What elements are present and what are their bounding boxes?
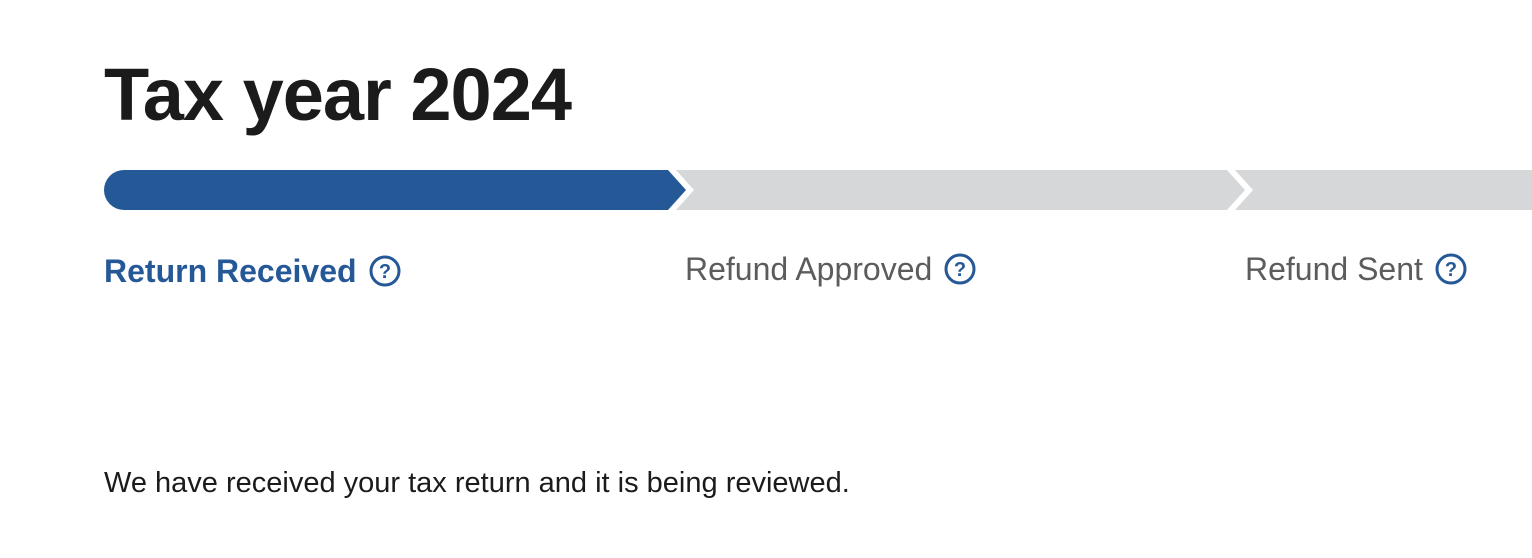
svg-text:?: ? <box>378 261 390 283</box>
step-label-refund-sent: Refund Sent <box>1245 251 1423 287</box>
question-circle-icon[interactable]: ? <box>1435 253 1467 285</box>
question-circle-icon[interactable]: ? <box>369 255 401 287</box>
progress-tracker <box>104 168 1532 212</box>
svg-text:?: ? <box>954 259 966 281</box>
page-title: Tax year 2024 <box>104 53 572 136</box>
step-refund-sent: Refund Sent ? <box>1245 249 1467 289</box>
progress-segment-refund-sent <box>1235 170 1532 210</box>
progress-tracker-bar <box>104 170 1532 210</box>
status-message: We have received your tax return and it … <box>104 467 850 499</box>
step-refund-approved: Refund Approved ? <box>685 249 976 289</box>
step-label-refund-approved: Refund Approved <box>685 251 933 287</box>
svg-text:?: ? <box>1445 259 1457 281</box>
step-label-return-received: Return Received <box>104 253 357 289</box>
question-circle-icon[interactable]: ? <box>944 253 976 285</box>
progress-segment-return-received <box>104 170 686 210</box>
step-return-received: Return Received ? <box>104 251 401 291</box>
progress-segment-refund-approved <box>676 170 1245 210</box>
